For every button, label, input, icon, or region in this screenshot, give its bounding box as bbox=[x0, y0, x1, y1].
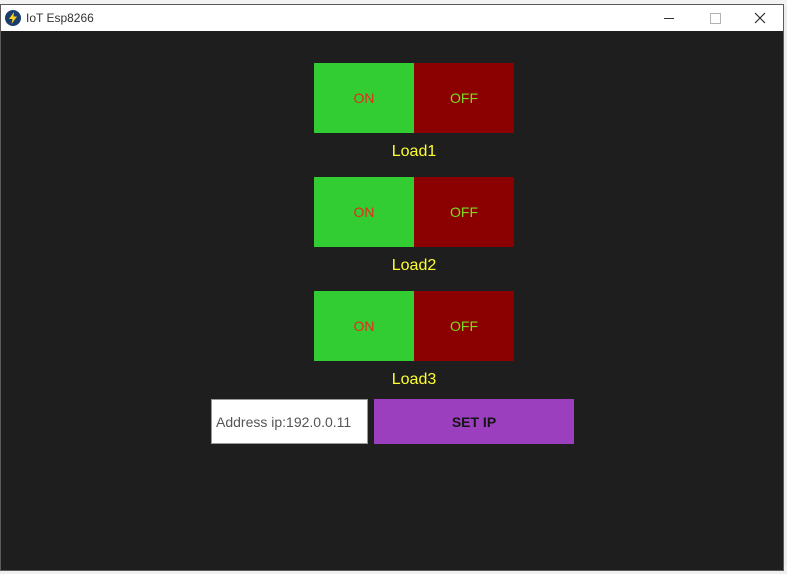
load-3-on-button[interactable]: ON bbox=[314, 291, 414, 361]
main-content: ON OFF Load1 ON OFF Load2 ON OFF Load3 S… bbox=[1, 31, 783, 572]
app-window: IoT Esp8266 ON OFF Load1 ON OFF Load2 ON… bbox=[0, 4, 784, 571]
minimize-button[interactable] bbox=[646, 5, 692, 31]
load-2-group: ON OFF Load2 bbox=[314, 177, 514, 275]
maximize-button[interactable] bbox=[692, 5, 738, 31]
set-ip-button[interactable]: SET IP bbox=[374, 399, 574, 444]
window-title: IoT Esp8266 bbox=[26, 11, 94, 25]
ip-address-input[interactable] bbox=[211, 399, 368, 444]
close-button[interactable] bbox=[737, 5, 783, 31]
load-2-on-button[interactable]: ON bbox=[314, 177, 414, 247]
title-bar[interactable]: IoT Esp8266 bbox=[1, 5, 783, 31]
lightning-icon bbox=[5, 10, 21, 26]
load-1-on-button[interactable]: ON bbox=[314, 63, 414, 133]
load-3-label: Load3 bbox=[391, 371, 437, 388]
close-icon bbox=[754, 12, 766, 24]
load-1-off-button[interactable]: OFF bbox=[414, 63, 514, 133]
minimize-icon bbox=[664, 17, 674, 19]
load-3-off-button[interactable]: OFF bbox=[414, 291, 514, 361]
load-2-off-button[interactable]: OFF bbox=[414, 177, 514, 247]
load-1-group: ON OFF Load1 bbox=[314, 63, 514, 161]
load-3-group: ON OFF Load3 bbox=[314, 291, 514, 389]
load-1-label: Load1 bbox=[391, 143, 437, 160]
load-2-label: Load2 bbox=[391, 257, 437, 274]
maximize-icon bbox=[709, 12, 721, 24]
